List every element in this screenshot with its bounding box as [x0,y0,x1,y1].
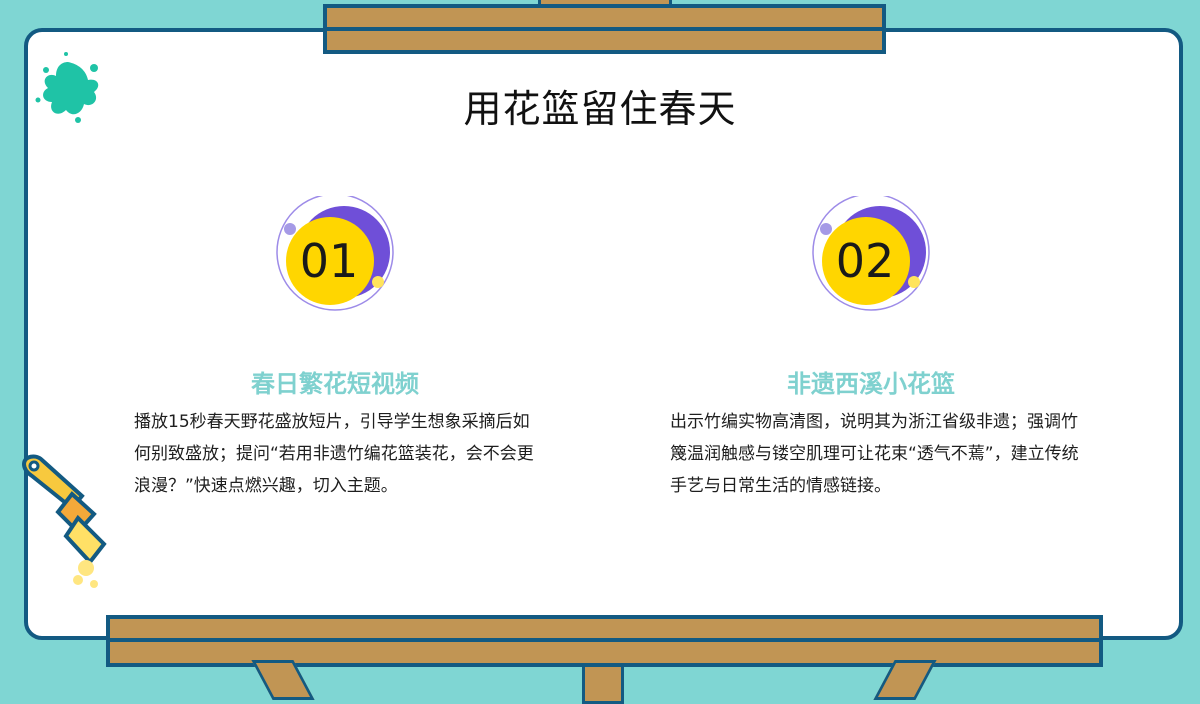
slide-canvas: 用花篮留住春天 01 春日繁花短视频 播放15秒春天野花盛放短片，引导学生想象采… [0,0,1200,704]
badge-number: 02 [835,234,895,288]
item-body-1: 播放15秒春天野花盛放短片，引导学生想象采摘后如何别致盛放；提问“若用非遗竹编花… [134,412,534,496]
number-badge-01: 01 [272,196,402,314]
paintbrush-icon [21,454,107,588]
number-badge-02: 02 [808,196,938,314]
item-heading-2: 非遗西溪小花篮 [787,370,955,398]
badge-number: 01 [299,234,359,288]
item-heading-1: 春日繁花短视频 [251,370,419,398]
easel-leg-middle [582,664,624,704]
easel-top-plank [323,4,886,54]
item-body-2: 出示竹编实物高清图，说明其为浙江省级非遗；强调竹篾温润触感与镂空肌理可让花束“透… [670,412,1079,496]
slide-title: 用花篮留住春天 [463,87,737,131]
